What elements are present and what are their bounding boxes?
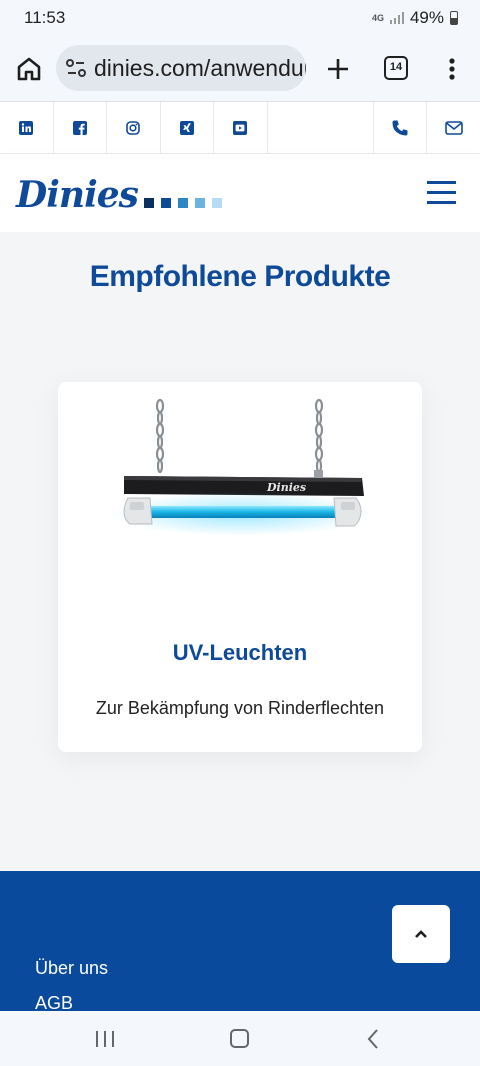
instagram-icon[interactable] — [107, 102, 161, 154]
uv-lamp-image[interactable]: Dinies — [80, 396, 402, 606]
main-content: Empfohlene Produkte Dinies UV-Leuchten Z… — [0, 232, 480, 871]
footer-link-about[interactable]: Über uns — [35, 958, 108, 979]
address-bar[interactable]: dinies.com/anwendungen — [56, 45, 306, 91]
lamp-brand-label: Dinies — [266, 481, 306, 494]
scroll-to-top-button[interactable] — [392, 905, 450, 963]
network-type: 4G — [371, 13, 384, 23]
site-header: Dinies — [0, 154, 480, 232]
phone-icon[interactable] — [374, 102, 427, 154]
dinies-logo[interactable]: Dinies — [16, 174, 139, 216]
browser-toolbar: dinies.com/anwendungen 14 — [0, 36, 480, 102]
status-bar: 11:53 4G 49% — [0, 0, 480, 36]
logo-square — [178, 198, 188, 208]
hamburger-menu-icon[interactable] — [427, 181, 456, 205]
chevron-up-icon — [415, 930, 427, 938]
home-icon[interactable] — [14, 54, 44, 84]
logo-square — [195, 198, 205, 208]
site-footer: Über uns AGB — [0, 871, 480, 1013]
recents-icon[interactable] — [96, 1031, 114, 1047]
social-bar — [0, 102, 480, 154]
section-title: Empfohlene Produkte — [89, 260, 391, 293]
mail-icon[interactable] — [427, 102, 480, 154]
xing-icon[interactable] — [161, 102, 214, 154]
product-card[interactable]: Dinies UV-Leuchten Zur Bekämpfung von Ri… — [58, 382, 422, 752]
tab-switcher-button[interactable]: 14 — [384, 56, 408, 80]
logo-squares — [144, 198, 222, 208]
home-nav-icon[interactable] — [230, 1029, 249, 1048]
logo-square — [161, 198, 171, 208]
social-spacer — [268, 102, 374, 153]
logo-square — [144, 198, 154, 208]
new-tab-icon[interactable] — [322, 53, 354, 85]
signal-icon — [389, 12, 404, 24]
facebook-icon[interactable] — [54, 102, 107, 154]
logo-square — [212, 198, 222, 208]
url-text: dinies.com/anwendungen — [94, 54, 306, 81]
product-title[interactable]: UV-Leuchten — [58, 640, 422, 666]
product-description: Zur Bekämpfung von Rinderflechten — [95, 698, 385, 718]
more-options-icon[interactable] — [440, 54, 464, 84]
system-nav-bar — [0, 1011, 480, 1066]
status-indicators: 4G 49% — [372, 8, 458, 28]
battery-level: 49% — [409, 8, 444, 27]
linkedin-icon[interactable] — [0, 102, 54, 154]
status-time: 11:53 — [24, 8, 66, 27]
site-settings-icon[interactable] — [64, 56, 88, 80]
youtube-icon[interactable] — [214, 102, 268, 154]
battery-icon — [450, 11, 458, 25]
back-icon[interactable] — [366, 1028, 380, 1050]
